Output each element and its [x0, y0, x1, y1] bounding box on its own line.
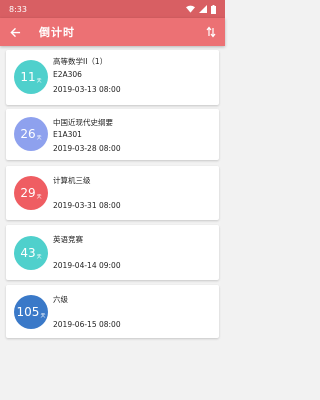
days-unit: 天: [36, 193, 42, 200]
countdown-card[interactable]: 43 天 英语竞赛 2019-04-14 09:00: [6, 225, 219, 280]
days-unit: 天: [36, 134, 42, 141]
exam-room: E1A301: [53, 130, 82, 139]
exam-datetime: 2019-06-15 08:00: [53, 320, 121, 329]
arrow-back-icon: [9, 27, 20, 37]
days-count: 43: [20, 246, 36, 260]
cellular-signal-icon: [199, 5, 207, 13]
days-unit: 天: [36, 253, 42, 260]
countdown-card[interactable]: 26 天 中国近现代史纲要 E1A301 2019-03-28 08:00: [6, 109, 219, 160]
status-bar: 8:33: [0, 0, 225, 18]
exam-name: 六级: [53, 295, 68, 304]
days-count: 26: [20, 127, 36, 141]
exam-datetime: 2019-03-13 08:00: [53, 85, 121, 94]
exam-datetime: 2019-04-14 09:00: [53, 261, 121, 270]
days-unit: 天: [36, 77, 42, 84]
days-unit: 天: [40, 312, 46, 319]
countdown-card[interactable]: 29 天 计算机三级 2019-03-31 08:00: [6, 166, 219, 220]
days-badge: 29 天: [14, 176, 48, 210]
exam-name: 英语竞赛: [53, 235, 83, 244]
days-count: 11: [20, 70, 36, 84]
exam-name: 高等数学II（1）: [53, 57, 108, 66]
days-badge: 105 天: [14, 295, 48, 329]
exam-datetime: 2019-03-28 08:00: [53, 144, 121, 153]
exam-datetime: 2019-03-31 08:00: [53, 201, 121, 210]
days-count: 105: [16, 305, 40, 319]
swap-vert-icon: [206, 26, 216, 38]
exam-name: 中国近现代史纲要: [53, 118, 113, 127]
status-time: 8:33: [9, 4, 27, 14]
days-badge: 43 天: [14, 236, 48, 270]
days-badge: 11 天: [14, 60, 48, 94]
exam-name: 计算机三级: [53, 176, 91, 185]
countdown-card[interactable]: 105 天 六级 2019-06-15 08:00: [6, 285, 219, 338]
status-icons: [186, 4, 216, 14]
back-button[interactable]: [1, 18, 29, 46]
exam-room: E2A306: [53, 70, 82, 79]
countdown-card[interactable]: 11 天 高等数学II（1） E2A306 2019-03-13 08:00: [6, 50, 219, 105]
wifi-icon: [186, 5, 195, 13]
app-bar: 倒计时: [0, 18, 225, 46]
battery-icon: [211, 4, 216, 14]
days-count: 29: [20, 186, 36, 200]
page-title: 倒计时: [39, 26, 75, 39]
days-badge: 26 天: [14, 117, 48, 151]
sort-button[interactable]: [203, 24, 219, 40]
